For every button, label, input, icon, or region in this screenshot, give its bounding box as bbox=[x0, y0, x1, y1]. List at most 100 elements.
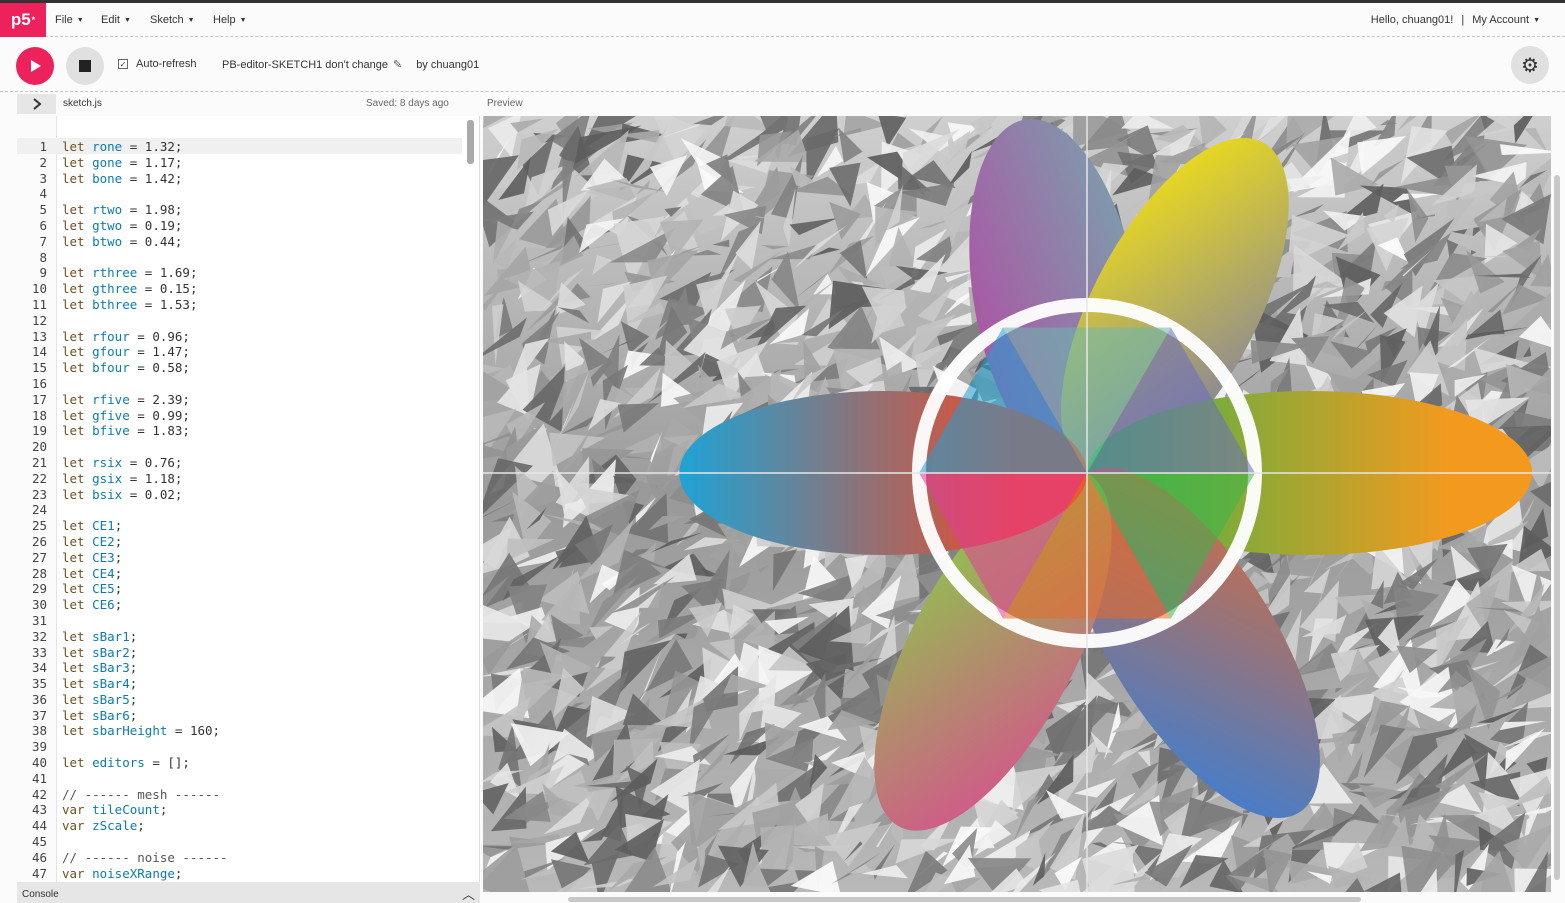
preview-vertical-scrollbar[interactable] bbox=[1554, 175, 1560, 880]
code-line[interactable]: 44 var zScale; bbox=[17, 818, 462, 834]
line-number: 28 bbox=[31, 565, 47, 581]
my-account-menu[interactable]: My Account bbox=[1472, 14, 1529, 26]
code-line[interactable]: 34 let sBar3; bbox=[17, 660, 462, 676]
stop-icon bbox=[79, 60, 91, 72]
line-number: 17 bbox=[31, 391, 47, 407]
code-line[interactable]: 30 let CE6; bbox=[17, 597, 462, 613]
preview-canvas[interactable] bbox=[483, 116, 1551, 892]
code-line[interactable]: 16 bbox=[17, 376, 462, 392]
code-line[interactable]: 15 let bfour = 0.58; bbox=[17, 360, 462, 376]
menu-help[interactable]: Help ▼ bbox=[213, 3, 247, 37]
code-line[interactable]: 37 let sBar6; bbox=[17, 708, 462, 724]
code-line[interactable]: 22 let gsix = 1.18; bbox=[17, 471, 462, 487]
code-line[interactable]: 23 let bsix = 0.02; bbox=[17, 487, 462, 503]
code-line[interactable]: 46 // ------ noise ------ bbox=[17, 850, 462, 866]
toolbar: ✓ Auto-refresh PB-editor-SKETCH1 don't c… bbox=[0, 38, 1565, 92]
sketch-preview[interactable] bbox=[483, 116, 1551, 892]
code-line[interactable]: 24 bbox=[17, 502, 462, 518]
code-line[interactable]: 14 let gfour = 1.47; bbox=[17, 344, 462, 360]
editor-scrollbar[interactable] bbox=[467, 120, 474, 164]
line-number: 44 bbox=[31, 818, 47, 834]
code-line[interactable]: 38 let sbarHeight = 160; bbox=[17, 723, 462, 739]
code-line[interactable]: 13 let rfour = 0.96; bbox=[17, 329, 462, 345]
pencil-icon[interactable]: ✎ bbox=[393, 58, 402, 71]
code-line[interactable]: 47 var noiseXRange; bbox=[17, 866, 462, 882]
code-line[interactable]: 7 let btwo = 0.44; bbox=[17, 234, 462, 250]
line-number: 26 bbox=[31, 533, 47, 549]
sketch-name[interactable]: PB-editor-SKETCH1 don't change bbox=[222, 59, 388, 71]
code-line[interactable]: 43 var tileCount; bbox=[17, 802, 462, 818]
line-number: 6 bbox=[39, 217, 47, 233]
code-line[interactable]: 12 bbox=[17, 313, 462, 329]
line-source: let sBar4; bbox=[62, 676, 138, 692]
nav-separator: | bbox=[1461, 14, 1465, 26]
code-line[interactable]: 40 let editors = []; bbox=[17, 755, 462, 771]
code-line[interactable]: 8 bbox=[17, 250, 462, 266]
code-line[interactable]: 27 let CE3; bbox=[17, 550, 462, 566]
auto-refresh-toggle[interactable]: ✓ Auto-refresh bbox=[118, 58, 197, 70]
auto-refresh-checkbox[interactable]: ✓ bbox=[118, 59, 128, 69]
code-line[interactable]: 31 bbox=[17, 613, 462, 629]
nav-bar: p5 * File ▼ Edit ▼ Sketch ▼ Help ▼ Hello, chu… bbox=[0, 3, 1565, 37]
line-source: let bfour = 0.58; bbox=[62, 360, 190, 376]
code-line[interactable]: 3 let bone = 1.42; bbox=[17, 171, 462, 187]
code-line[interactable]: 32 let sBar1; bbox=[17, 629, 462, 645]
play-button[interactable] bbox=[16, 47, 54, 85]
line-number: 32 bbox=[31, 628, 47, 644]
code-line[interactable]: 39 bbox=[17, 739, 462, 755]
code-line[interactable]: 35 let sBar4; bbox=[17, 676, 462, 692]
code-line[interactable]: 21 let rsix = 0.76; bbox=[17, 455, 462, 471]
code-line[interactable]: 5 let rtwo = 1.98; bbox=[17, 202, 462, 218]
code-line[interactable]: 33 let sBar2; bbox=[17, 645, 462, 661]
code-line[interactable]: 42 // ------ mesh ------ bbox=[17, 787, 462, 803]
line-number: 19 bbox=[31, 423, 47, 439]
line-source: let editors = []; bbox=[62, 755, 190, 771]
sketch-author: by chuang01 bbox=[416, 58, 480, 71]
menu-sketch-label: Sketch bbox=[150, 14, 184, 26]
play-icon bbox=[31, 60, 41, 72]
code-line[interactable]: 25 let CE1; bbox=[17, 518, 462, 534]
code-line[interactable]: 26 let CE2; bbox=[17, 534, 462, 550]
code-editor[interactable]: 1 let rone = 1.32; 2 let gone = 1.17; 3 let b… bbox=[17, 116, 480, 882]
line-number: 18 bbox=[31, 407, 47, 423]
settings-button[interactable]: ⚙ bbox=[1511, 46, 1549, 84]
code-line[interactable]: 4 bbox=[17, 186, 462, 202]
line-number: 4 bbox=[39, 186, 47, 202]
code-line[interactable]: 19 let bfive = 1.83; bbox=[17, 423, 462, 439]
code-line[interactable]: 17 let rfive = 2.39; bbox=[17, 392, 462, 408]
code-lines[interactable]: 1 let rone = 1.32; 2 let gone = 1.17; 3 let b… bbox=[17, 139, 462, 881]
code-line[interactable]: 1 let rone = 1.32; bbox=[17, 139, 462, 155]
code-line[interactable]: 28 let CE4; bbox=[17, 566, 462, 582]
stop-button[interactable] bbox=[66, 47, 104, 85]
code-line[interactable]: 29 let CE5; bbox=[17, 581, 462, 597]
code-line[interactable]: 10 let gthree = 0.15; bbox=[17, 281, 462, 297]
gear-icon: ⚙ bbox=[1521, 54, 1539, 77]
p5-logo[interactable]: p5 * bbox=[0, 3, 46, 37]
file-name[interactable]: sketch.js bbox=[63, 98, 102, 109]
line-source: let sbarHeight = 160; bbox=[62, 723, 221, 739]
code-line[interactable]: 20 bbox=[17, 439, 462, 455]
code-line[interactable]: 2 let gone = 1.17; bbox=[17, 155, 462, 171]
line-number: 31 bbox=[31, 612, 47, 628]
code-line[interactable]: 6 let gtwo = 0.19; bbox=[17, 218, 462, 234]
line-number: 22 bbox=[31, 470, 47, 486]
menu-edit[interactable]: Edit ▼ bbox=[101, 3, 131, 37]
menu-file[interactable]: File ▼ bbox=[55, 3, 84, 37]
code-line[interactable]: 45 bbox=[17, 834, 462, 850]
code-line[interactable]: 18 let gfive = 0.99; bbox=[17, 408, 462, 424]
line-source: let gsix = 1.18; bbox=[62, 470, 183, 486]
line-number: 27 bbox=[31, 549, 47, 565]
code-line[interactable]: 9 let rthree = 1.69; bbox=[17, 265, 462, 281]
console-bar[interactable]: Console ︿ bbox=[17, 882, 480, 903]
code-line[interactable]: 11 let bthree = 1.53; bbox=[17, 297, 462, 313]
menu-edit-label: Edit bbox=[101, 14, 120, 26]
menu-sketch[interactable]: Sketch ▼ bbox=[150, 3, 195, 37]
chevron-up-icon[interactable]: ︿ bbox=[462, 884, 475, 903]
preview-horizontal-scrollbar[interactable] bbox=[568, 897, 1361, 902]
line-number: 20 bbox=[31, 439, 47, 455]
code-line[interactable]: 41 bbox=[17, 771, 462, 787]
code-line[interactable]: 36 let sBar5; bbox=[17, 692, 462, 708]
line-number: 24 bbox=[31, 502, 47, 518]
expand-sidebar-button[interactable] bbox=[17, 94, 56, 114]
line-number: 2 bbox=[39, 154, 47, 170]
